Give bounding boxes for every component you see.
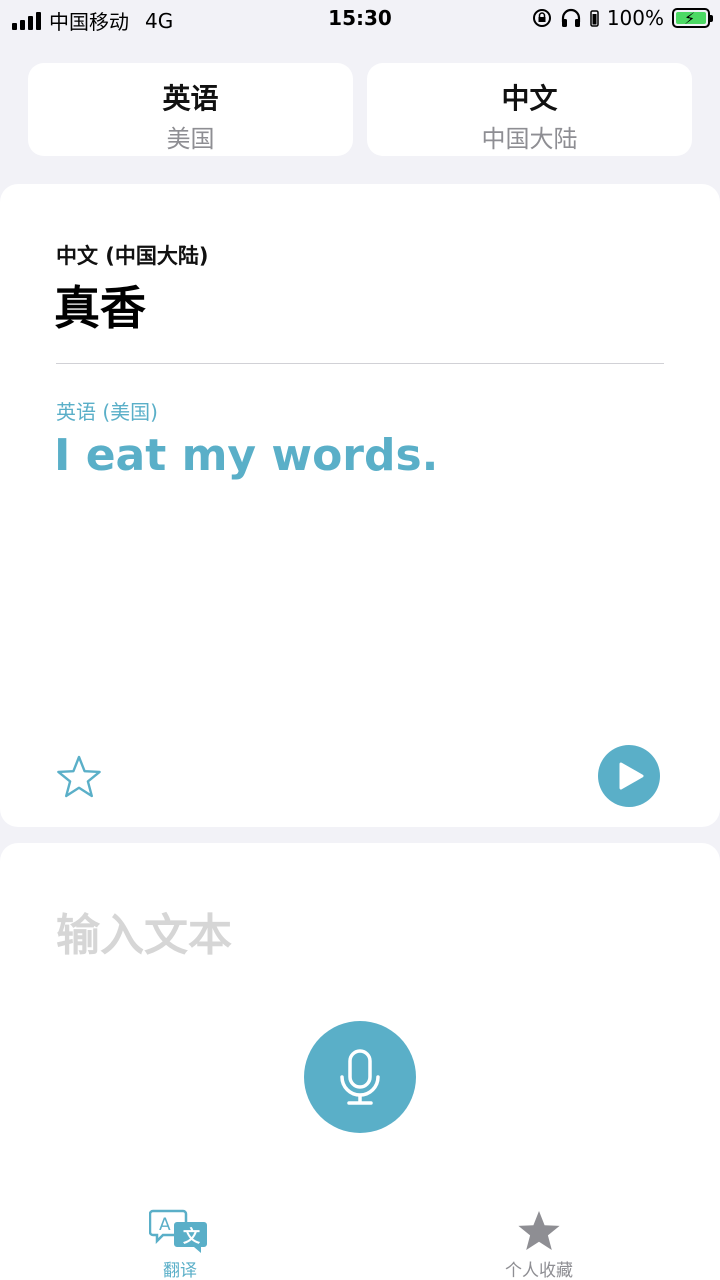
battery-percentage: 100%: [606, 6, 664, 30]
tab-translate[interactable]: A 文 翻译: [120, 1208, 240, 1280]
svg-text:文: 文: [183, 1226, 201, 1247]
divider: [56, 363, 664, 364]
svg-text:A: A: [159, 1215, 171, 1235]
microphone-button[interactable]: [304, 1021, 416, 1133]
tab-favorites-label: 个人收藏: [505, 1261, 573, 1280]
play-icon: [619, 762, 644, 790]
translation-text: I eat my words.: [54, 430, 439, 481]
star-outline-icon: [57, 755, 101, 798]
play-audio-button[interactable]: [598, 745, 660, 807]
translate-icon: A 文: [149, 1209, 207, 1253]
star-filled-icon: [518, 1211, 560, 1250]
microphone-icon: [340, 1049, 380, 1105]
source-language-name: 英语: [162, 82, 219, 115]
translation-language-label: 英语 (美国): [56, 400, 158, 424]
favorite-button[interactable]: [56, 754, 102, 800]
translation-result-card[interactable]: 中文 (中国大陆) 真香 英语 (美国) I eat my words.: [0, 184, 720, 827]
tab-favorites[interactable]: 个人收藏: [479, 1208, 599, 1280]
target-language-region: 中国大陆: [481, 125, 578, 153]
tab-translate-label: 翻译: [163, 1261, 197, 1280]
source-text: 真香: [54, 281, 146, 335]
status-right: 100% ⚡: [532, 6, 713, 30]
target-language-button[interactable]: 中文 中国大陆: [367, 63, 692, 156]
status-bar: 中国移动 4G 15:30 100% ⚡: [0, 0, 720, 36]
battery-charging-icon: ⚡: [672, 8, 713, 28]
rotation-lock-icon: [532, 9, 551, 27]
text-input-placeholder[interactable]: 输入文本: [56, 899, 232, 963]
source-language-button[interactable]: 英语 美国: [28, 63, 353, 156]
source-text-language-label: 中文 (中国大陆): [56, 244, 209, 268]
source-language-region: 美国: [166, 125, 215, 153]
target-language-name: 中文: [501, 82, 558, 115]
headphones-icon: [561, 8, 580, 27]
headphone-battery-icon: [590, 10, 599, 27]
input-card[interactable]: 输入文本: [0, 843, 720, 1280]
